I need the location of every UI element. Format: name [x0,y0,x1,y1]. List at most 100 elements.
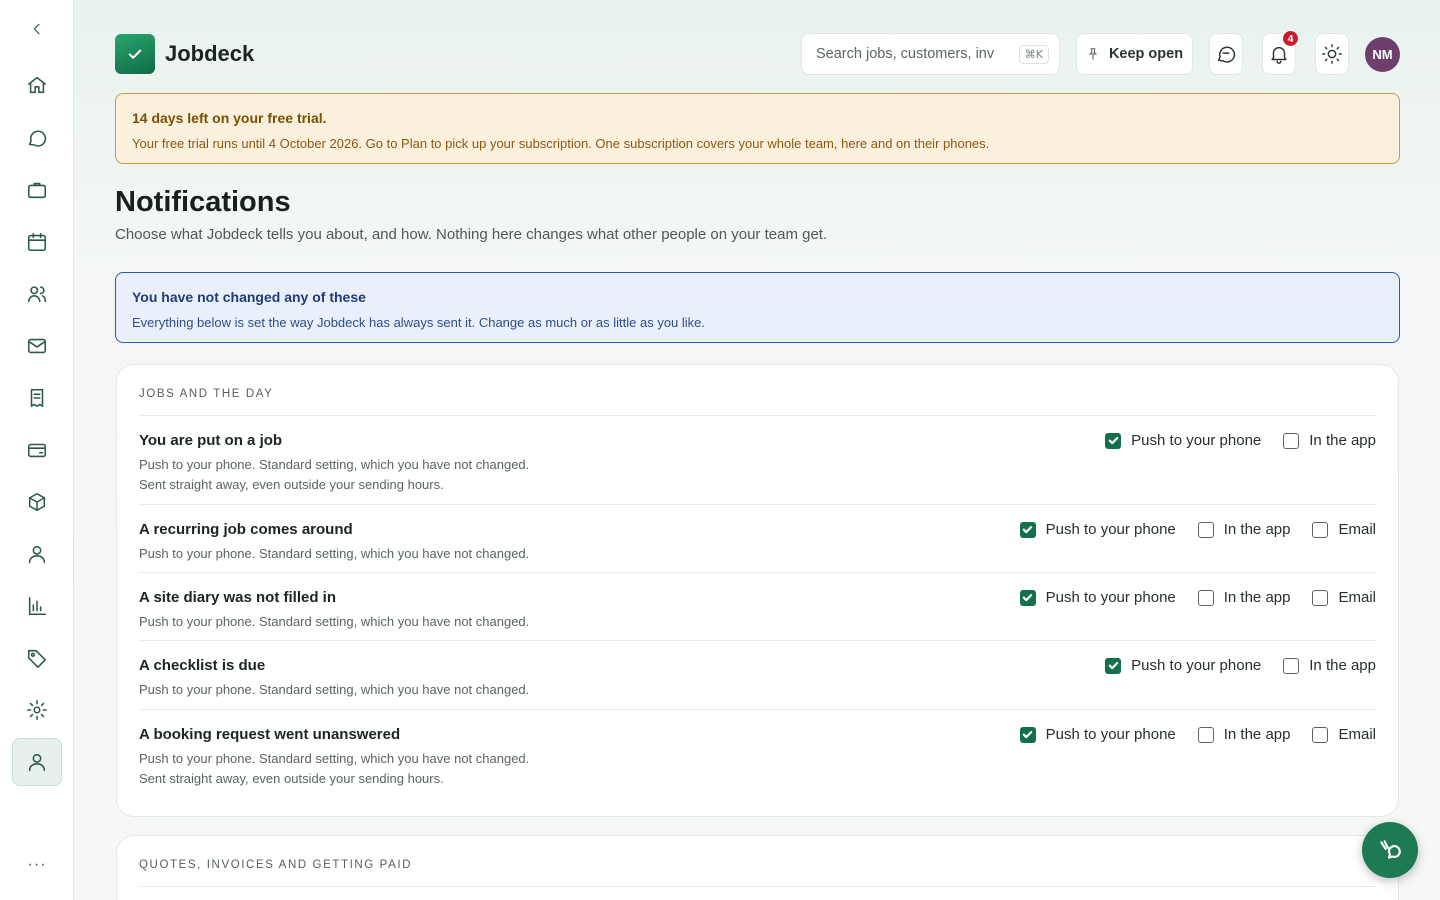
checkbox-checked[interactable] [1019,726,1036,743]
sidebar-item-jobs[interactable] [12,168,62,212]
checkbox-unchecked[interactable] [1197,726,1214,743]
checkbox-unchecked[interactable] [1312,589,1329,606]
option-push[interactable]: Push to your phone [1105,657,1261,674]
option-label: Push to your phone [1045,589,1176,606]
option-in-app[interactable]: In the app [1197,589,1290,606]
checkbox-unchecked[interactable] [1283,657,1300,674]
assistant-fab-button[interactable] [1362,822,1418,878]
chart-icon [28,596,47,616]
check-icon [1108,437,1118,445]
message-bubble-icon [1217,46,1236,63]
option-label: In the app [1223,521,1291,538]
sun-icon [1322,44,1342,64]
checkbox-checked[interactable] [1105,432,1122,449]
option-label: Email [1338,726,1376,743]
checkbox-unchecked[interactable] [1283,432,1300,449]
option-email[interactable]: Email [1312,589,1376,606]
sidebar-item-invoices[interactable] [12,376,62,420]
check-icon [1022,526,1033,534]
notification-title: A recurring job comes around [139,521,353,538]
option-in-app[interactable]: In the app [1197,521,1291,538]
channel-options: Push to your phone In the app Email [998,726,1376,743]
checkbox-checked[interactable] [1019,589,1036,606]
section-jobs-and-the-day: JOBS AND THE DAY You are put on a job Pu… [116,364,1399,817]
notification-description-line: Push to your phone. Standard setting, wh… [139,682,530,697]
sidebar-item-settings[interactable] [12,688,62,732]
brand-logo[interactable]: Jobdeck [115,34,254,74]
notification-description: Push to your phone. Standard setting, wh… [139,612,529,632]
option-push[interactable]: Push to your phone [1105,432,1261,449]
team-icon [27,286,47,303]
user-avatar[interactable]: NM [1365,37,1400,72]
calendar-icon [27,232,47,252]
option-label: Email [1338,521,1376,538]
option-push[interactable]: Push to your phone [1019,521,1176,538]
page-subtitle: Choose what Jobdeck tells you about, and… [115,226,828,243]
brand-name: Jobdeck [165,41,255,66]
keep-open-button[interactable]: Keep open [1076,33,1193,75]
receipt-icon [30,388,44,408]
main-content: Jobdeck ⌘K Keep open 4 NM 14 days left o… [74,0,1440,900]
option-push[interactable]: Push to your phone [1019,589,1176,606]
box-icon [28,492,46,512]
option-in-app[interactable]: In the app [1283,657,1376,674]
check-icon [1022,594,1033,602]
sidebar-item-calendar[interactable] [12,220,62,264]
sidebar-item-home[interactable] [12,63,62,107]
notification-row: A recurring job comes around Push to you… [139,505,1376,573]
theme-toggle-button[interactable] [1315,33,1349,75]
sidebar-item-mail[interactable] [12,324,62,368]
option-label: Email [1338,589,1376,606]
search-shortcut: ⌘K [1018,44,1049,64]
option-email[interactable]: Email [1312,521,1376,538]
notification-description: Push to your phone. Standard setting, wh… [139,680,529,700]
checkbox-unchecked[interactable] [1312,521,1329,538]
check-icon [1108,662,1118,670]
sidebar-item-team[interactable] [12,272,62,316]
sidebar-item-payments[interactable] [12,428,62,472]
top-bar: Jobdeck ⌘K Keep open 4 NM [115,30,1400,76]
notifications-button[interactable]: 4 [1262,30,1299,75]
notification-title: A checklist is due [139,657,266,674]
messages-button[interactable] [1209,33,1243,75]
sidebar-item-pricing[interactable] [12,636,62,680]
trial-banner-text: Your free trial runs until 4 October 202… [132,136,990,151]
channel-options: Push to your phone In the app [1083,432,1376,449]
notification-description-line: Push to your phone. Standard setting, wh… [139,546,530,561]
search-input[interactable] [816,46,994,62]
option-push[interactable]: Push to your phone [1019,726,1176,743]
option-in-app[interactable]: In the app [1283,432,1376,449]
info-banner-text: Everything below is set the way Jobdeck … [132,315,706,330]
section-heading: QUOTES, INVOICES AND GETTING PAID [139,836,1376,887]
channel-options: Push to your phone In the app Email [998,589,1376,606]
sidebar-item-products[interactable] [12,480,62,524]
wallet-icon [27,443,47,458]
home-icon [27,76,47,94]
trial-banner-title: 14 days left on your free trial. [132,110,327,126]
notification-row: A site diary was not filled in Push to y… [139,573,1376,641]
sidebar-item-customers[interactable] [12,532,62,576]
sidebar-more-button[interactable]: ··· [12,856,62,886]
checkbox-checked[interactable] [1105,657,1122,674]
search-box[interactable]: ⌘K [801,33,1060,75]
logo-check-icon [115,34,155,74]
option-label: Push to your phone [1045,521,1176,538]
notification-title: A site diary was not filled in [139,589,336,606]
collapse-sidebar-button[interactable] [12,7,62,51]
option-label: In the app [1309,432,1376,449]
checkbox-unchecked[interactable] [1197,521,1214,538]
sidebar-item-messages[interactable] [12,116,62,160]
sidebar-item-profile[interactable] [12,738,62,786]
option-in-app[interactable]: In the app [1197,726,1290,743]
checkbox-checked[interactable] [1019,521,1036,538]
notification-row: You are put on a job Push to your phone.… [139,416,1376,505]
notification-description-line: Push to your phone. Standard setting, wh… [139,614,530,629]
chevron-left-icon [33,23,40,35]
option-label: Push to your phone [1045,726,1176,743]
checkbox-unchecked[interactable] [1197,589,1214,606]
info-banner-title: You have not changed any of these [132,289,366,305]
checkbox-unchecked[interactable] [1312,726,1329,743]
option-email[interactable]: Email [1312,726,1376,743]
option-label: In the app [1309,657,1376,674]
sidebar-item-reports[interactable] [12,584,62,628]
